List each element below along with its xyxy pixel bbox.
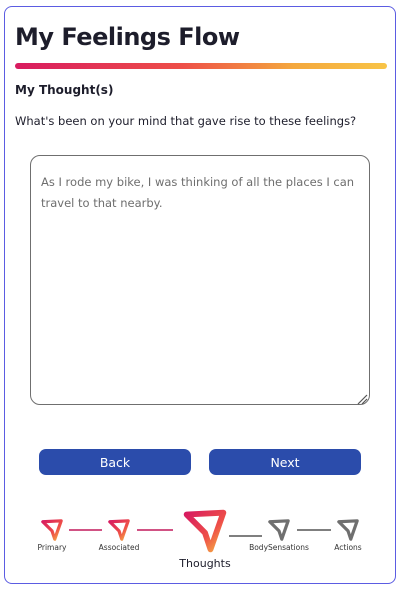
flow-step-label: BodySensations <box>249 543 309 552</box>
flow-arrow-icon <box>183 509 227 553</box>
flow-step-label: Thoughts <box>179 557 231 570</box>
flow-step-actions[interactable]: Actions <box>323 519 373 552</box>
next-button[interactable]: Next <box>209 449 361 475</box>
flow-arrow-icon <box>268 519 290 541</box>
question-text: What's been on your mind that gave rise … <box>15 114 357 128</box>
thought-input[interactable] <box>30 155 370 405</box>
flow-arrow-icon <box>108 519 130 541</box>
flow-step-associated[interactable]: Associated <box>91 519 147 552</box>
flow-step-thoughts[interactable]: Thoughts <box>173 509 237 570</box>
feelings-flow-card: My Feelings Flow My Thought(s) What's be… <box>4 6 396 584</box>
page-title: My Feelings Flow <box>15 23 240 51</box>
back-button[interactable]: Back <box>39 449 191 475</box>
flow-step-label: Associated <box>98 543 140 552</box>
flow-step-label: Actions <box>334 543 362 552</box>
resize-handle-icon[interactable] <box>356 393 368 405</box>
flow-progress: Primary Associated Thoughts BodySensatio… <box>5 507 397 587</box>
flow-step-primary[interactable]: Primary <box>27 519 77 552</box>
flow-step-label: Primary <box>37 543 67 552</box>
flow-arrow-icon <box>337 519 359 541</box>
title-gradient-bar <box>15 63 387 69</box>
section-label: My Thought(s) <box>15 83 114 97</box>
flow-step-bodysensations[interactable]: BodySensations <box>249 519 309 552</box>
flow-arrow-icon <box>41 519 63 541</box>
